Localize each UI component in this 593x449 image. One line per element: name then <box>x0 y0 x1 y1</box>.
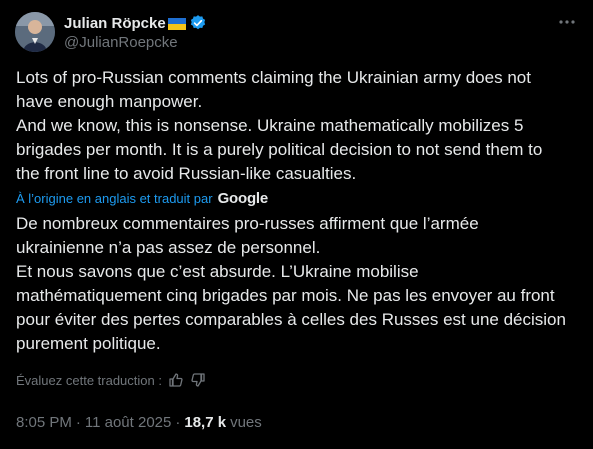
rate-translation: Évaluez cette traduction : <box>16 372 206 388</box>
translated-text: De nombreux commentaires pro-russes affi… <box>16 214 566 353</box>
tweet-detail: Julian Röpcke @JulianRoepcke Lots of pro… <box>0 0 593 449</box>
thumbs-up-icon[interactable] <box>168 372 184 388</box>
translation-attribution[interactable]: À l’origine en anglais et traduit par Go… <box>16 190 268 207</box>
tweet-time[interactable]: 8:05 PM <box>16 414 72 431</box>
more-dots-icon[interactable] <box>557 12 577 32</box>
thumbs-down-icon[interactable] <box>190 372 206 388</box>
views-label: vues <box>230 414 262 431</box>
tweet-meta: 8:05 PM · 11 août 2025 · 18,7 k vues <box>16 414 262 431</box>
views-count: 18,7 k <box>184 414 227 431</box>
tweet-text: Lots of pro-Russian comments claiming th… <box>16 68 543 183</box>
google-logo: Google <box>217 190 269 207</box>
ukraine-flag-icon <box>167 17 186 30</box>
translation-label[interactable]: À l’origine en anglais et traduit par <box>16 191 213 206</box>
author-name[interactable]: Julian Röpcke <box>64 15 166 32</box>
author-handle[interactable]: @JulianRoepcke <box>64 34 178 51</box>
tweet-date[interactable]: 11 août 2025 <box>85 414 171 431</box>
verified-badge-icon[interactable] <box>189 14 207 32</box>
separator: · <box>175 414 181 431</box>
separator: · <box>75 414 81 431</box>
avatar[interactable] <box>15 12 55 52</box>
rate-translation-label: Évaluez cette traduction : <box>16 372 162 388</box>
author-name-row: Julian Röpcke <box>64 13 207 33</box>
